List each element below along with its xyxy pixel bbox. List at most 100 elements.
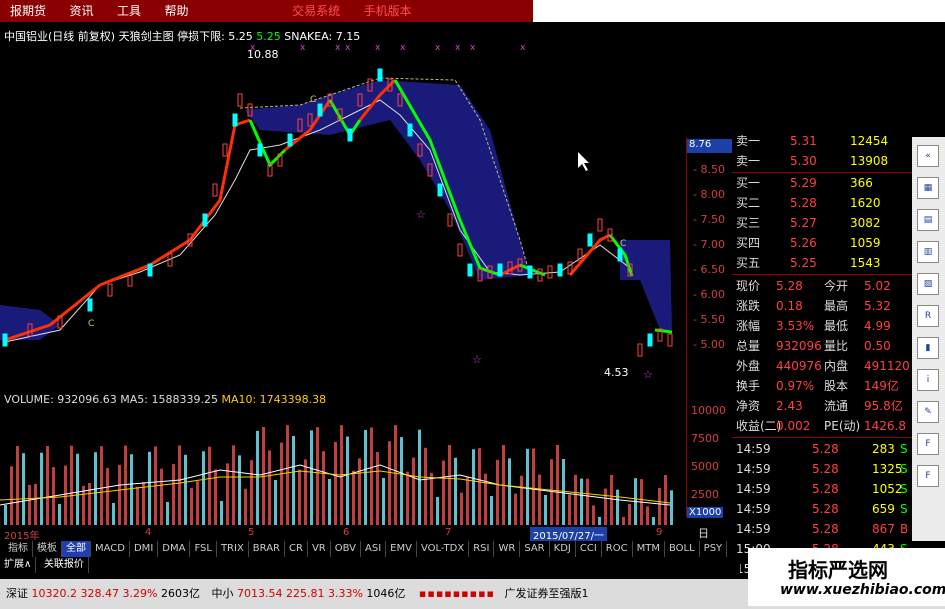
tab-rsi[interactable]: RSI — [469, 541, 495, 557]
stat-cell: 换手 — [736, 379, 761, 393]
price-tick: - 8.50 — [693, 163, 725, 176]
chart-icon[interactable]: ▤ — [917, 209, 939, 231]
chart-icon[interactable]: ▦ — [917, 177, 939, 199]
chart-icon[interactable]: ▥ — [917, 241, 939, 263]
volume-bar — [358, 458, 361, 525]
volume-unit: X1000 — [687, 507, 724, 518]
buy-row-col2: 366 — [850, 176, 873, 190]
tab-expand[interactable]: 扩展∧ — [0, 557, 37, 573]
tab-asi[interactable]: ASI — [361, 541, 387, 557]
marker-x: x — [335, 43, 341, 53]
f-icon[interactable]: F — [917, 433, 939, 455]
stat-cell: 5.28 — [776, 279, 803, 293]
chart-icon[interactable]: ▧ — [917, 273, 939, 295]
buy-row-col2: 3082 — [850, 216, 881, 230]
marker-c1: C — [88, 319, 94, 329]
menu-item-help[interactable]: 帮助 — [155, 0, 199, 22]
tab-wr[interactable]: WR — [494, 541, 521, 557]
volume-bar — [304, 459, 307, 525]
tab-kdj[interactable]: KDJ — [550, 541, 576, 557]
tick-cell: 14:59 — [736, 462, 771, 476]
volume-bar — [22, 453, 25, 525]
buy-row: 买一 5.29 366 — [732, 173, 912, 193]
rsi-icon[interactable]: R — [917, 305, 939, 327]
menu-item-futures[interactable]: 报期货 — [0, 0, 56, 22]
volume-bar — [376, 452, 379, 525]
volume-bar — [328, 478, 331, 525]
menu-item-mobile[interactable]: 手机版本 — [354, 0, 422, 22]
tab-brar[interactable]: BRAR — [249, 541, 285, 557]
marker-x: x — [400, 43, 406, 53]
edit-icon[interactable]: ✎ — [917, 401, 939, 423]
menu-item-tools[interactable]: 工具 — [107, 0, 151, 22]
candle — [287, 133, 293, 147]
volume-bar — [670, 490, 673, 525]
candle — [527, 265, 533, 279]
tab-模板[interactable]: 模板 — [33, 541, 62, 557]
buy-row-col0: 买三 — [736, 216, 761, 230]
buy-row-col2: 1543 — [850, 256, 881, 270]
menu-item-trade[interactable]: 交易系统 — [282, 0, 350, 22]
tab-roc[interactable]: ROC — [602, 541, 633, 557]
candlesticks — [2, 68, 673, 357]
tab-psy[interactable]: PSY — [700, 541, 728, 557]
tab-macd[interactable]: MACD — [91, 541, 130, 557]
indicator-tabs: 指标 模板 全部 MACD DMI DMA FSL TRIX BRAR CR VR OBV ASI EMV… — [4, 541, 732, 573]
cloud-region — [245, 80, 530, 280]
sz-value: 10320.2 — [31, 587, 78, 600]
menu-item-news[interactable]: 资讯 — [60, 0, 104, 22]
tab-cci[interactable]: CCI — [576, 541, 602, 557]
volume-bar — [70, 445, 73, 525]
tab-sar[interactable]: SAR — [520, 541, 550, 557]
f-icon[interactable]: F — [917, 465, 939, 487]
stat-row: 总量 932096 量比 0.50 — [732, 336, 912, 356]
stat-cell: 932096 — [776, 339, 822, 353]
candle — [87, 298, 93, 312]
tick-cell: S — [900, 502, 908, 516]
tab-fsl[interactable]: FSL — [190, 541, 217, 557]
tab-全部[interactable]: 全部 — [62, 541, 91, 557]
date-selected[interactable]: 2015/07/27/一 — [530, 527, 608, 542]
marker-x: x — [470, 43, 476, 53]
volume-bar — [628, 503, 631, 525]
buy-row-col0: 买五 — [736, 256, 761, 270]
tab-mtm[interactable]: MTM — [633, 541, 665, 557]
volume-bar — [316, 427, 319, 525]
tab-vr[interactable]: VR — [308, 541, 331, 557]
tab-dma[interactable]: DMA — [158, 541, 191, 557]
volume-bar — [394, 425, 397, 525]
tab-cr[interactable]: CR — [285, 541, 308, 557]
volume-bar — [226, 463, 229, 525]
buy-row-col1: 5.29 — [790, 176, 817, 190]
tab-trix[interactable]: TRIX — [217, 541, 249, 557]
tab-boll[interactable]: BOLL — [665, 541, 700, 557]
candle — [407, 123, 413, 137]
bar-icon[interactable]: ▮ — [917, 337, 939, 359]
stat-cell: 1426.8 — [864, 419, 906, 433]
tab-emv[interactable]: EMV — [386, 541, 417, 557]
tab-dmi[interactable]: DMI — [130, 541, 159, 557]
price-tick: - 7.50 — [693, 213, 725, 226]
stat-row: 外盘 440976 内盘 491120 — [732, 356, 912, 376]
volume-bar — [544, 494, 547, 525]
info-icon[interactable]: i — [917, 369, 939, 391]
buy-row: 买二 5.28 1620 — [732, 193, 912, 213]
volume-tick: 5000 — [691, 460, 719, 473]
tab-vol-tdx[interactable]: VOL-TDX — [417, 541, 470, 557]
tick-row: 14:59 5.28 1325 S — [732, 459, 912, 479]
price-chart[interactable]: 10.88 4.53 C C C ☆ ☆ ☆ xxxxxxxxxx — [0, 40, 686, 390]
volume-chart[interactable] — [0, 405, 686, 525]
chevron-icon[interactable]: « — [917, 145, 939, 167]
tab-related-quote[interactable]: 关联报价 — [40, 557, 89, 573]
signal-bars: ▪▪▪▪▪▪▪▪▪ — [418, 587, 496, 600]
volume-bar — [520, 475, 523, 525]
stat-cell: 0.002 — [776, 419, 811, 433]
sell-row: 卖一 5.31 12454 — [732, 131, 912, 151]
volume-bar — [286, 425, 289, 525]
volume-bar — [160, 468, 163, 525]
tick-row: 14:59 5.28 659 S — [732, 499, 912, 519]
stat-cell: PE(动) — [824, 419, 861, 433]
volume-bar — [148, 451, 151, 525]
tab-指标[interactable]: 指标 — [4, 541, 33, 557]
tab-obv[interactable]: OBV — [331, 541, 361, 557]
